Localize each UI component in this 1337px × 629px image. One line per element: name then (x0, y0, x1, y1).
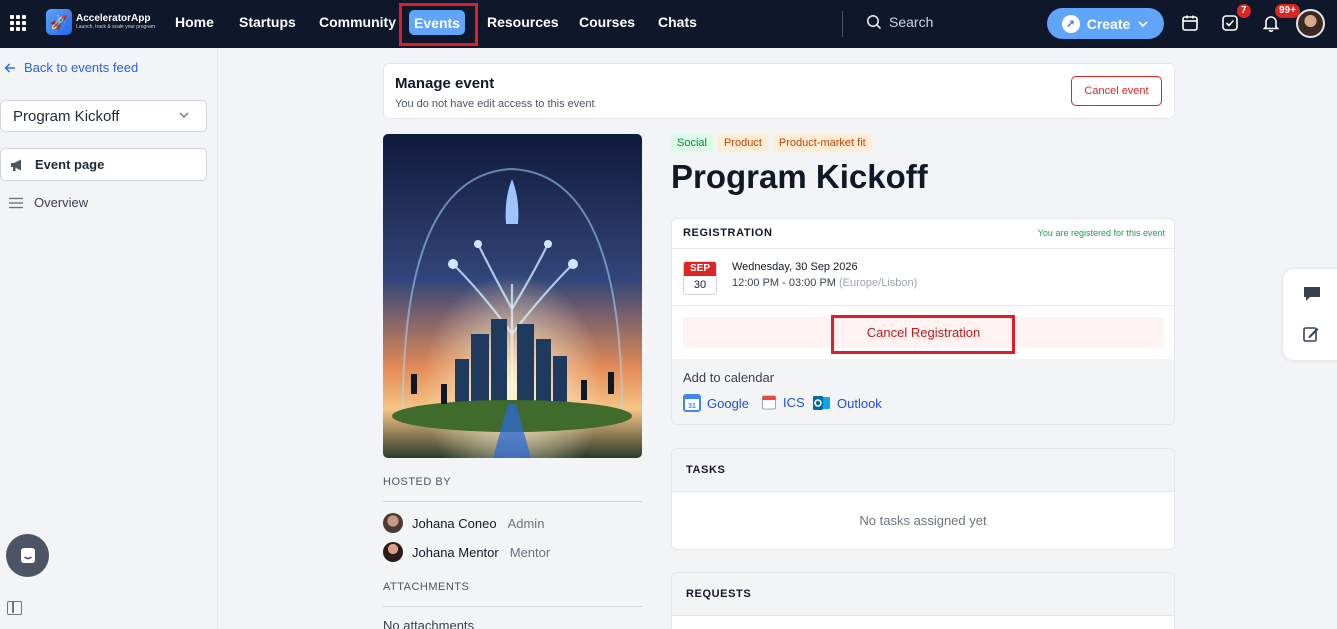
tasks-count-badge: 7 (1237, 4, 1251, 18)
tag-product-market-fit: Product-market fit (772, 134, 872, 152)
nav-divider (842, 11, 843, 37)
apps-grid-icon[interactable] (10, 15, 26, 31)
search-label: Search (889, 14, 934, 30)
sidebar-item-label: Overview (34, 195, 89, 210)
requests-header: REQUESTS (672, 573, 1174, 616)
tasks-card: TASKS No tasks assigned yet (671, 448, 1175, 550)
create-label: Create (1086, 15, 1131, 32)
tag-social: Social (671, 134, 713, 152)
nav-community[interactable]: Community (319, 14, 396, 30)
notifications-count-badge: 99+ (1275, 4, 1300, 18)
outlook-icon (813, 396, 830, 410)
host-role: Mentor (509, 544, 551, 560)
chevron-down-icon (1138, 20, 1148, 27)
ics-calendar-link[interactable]: ICS (761, 394, 805, 410)
highlight-box-events (399, 3, 478, 46)
nav-startups[interactable]: Startups (239, 14, 296, 30)
calendar-icon[interactable] (1180, 13, 1200, 33)
attachments-label: ATTACHMENTS (383, 581, 470, 593)
hosted-by-label: HOSTED BY (383, 476, 452, 488)
manage-event-card: Manage event You do not have edit access… (383, 63, 1175, 119)
floating-action-panel (1282, 268, 1337, 361)
nav-resources[interactable]: Resources (487, 14, 559, 30)
megaphone-icon (11, 159, 21, 171)
event-time-range: 12:00 PM - 03:00 PM (732, 277, 836, 289)
chevron-down-icon (179, 112, 189, 118)
comment-icon[interactable] (1302, 285, 1322, 303)
chat-launcher-button[interactable] (6, 534, 49, 577)
add-to-calendar-label: Add to calendar (683, 370, 775, 385)
svg-text:31: 31 (688, 403, 696, 410)
nav-courses[interactable]: Courses (579, 14, 635, 30)
outlook-link-label: Outlook (837, 395, 882, 411)
registration-label: REGISTRATION (683, 227, 773, 239)
outlook-calendar-link[interactable]: Outlook (812, 394, 882, 412)
sidebar-item-label: Event page (35, 157, 105, 172)
registration-header: REGISTRATION You are registered for this… (672, 219, 1174, 249)
arrow-left-icon (4, 63, 15, 72)
host-name: Johana Mentor (412, 544, 499, 560)
collapse-sidebar-icon[interactable] (7, 601, 22, 615)
brand-tagline: Launch, track & scale your program (76, 24, 155, 30)
event-timezone: (Europe/Lisbon) (839, 277, 918, 289)
highlight-box-cancel-registration (831, 315, 1015, 354)
host-name: Johana Coneo (412, 515, 497, 531)
google-link-label: Google (707, 395, 749, 411)
menu-lines-icon (9, 197, 23, 208)
chat-icon (20, 547, 35, 563)
calendar-day: 30 (693, 279, 707, 291)
divider (383, 501, 642, 502)
host-row[interactable]: Johana Coneo Admin (383, 513, 544, 533)
host-role: Admin (507, 515, 545, 531)
brand-logo[interactable]: 🚀 AcceleratorApp Launch, track & scale y… (46, 9, 155, 35)
left-sidebar: Back to events feed Program Kickoff Even… (0, 48, 218, 629)
edit-icon[interactable] (1302, 325, 1320, 343)
tasks-header: TASKS (672, 449, 1174, 492)
user-avatar[interactable] (1296, 9, 1325, 38)
manage-event-title: Manage event (395, 75, 495, 92)
search-icon (867, 15, 882, 30)
search-box[interactable]: Search (866, 14, 933, 30)
rocket-icon: ➚ (1061, 14, 1080, 33)
manage-event-subtitle: You do not have edit access to this even… (395, 98, 595, 110)
rocket-icon: 🚀 (46, 9, 72, 35)
ics-calendar-icon (762, 395, 776, 410)
host-avatar (383, 542, 403, 562)
event-date: Wednesday, 30 Sep 2026 (732, 261, 858, 273)
attachments-empty: No attachments (383, 618, 475, 629)
registration-status: You are registered for this event (1037, 228, 1165, 238)
host-row[interactable]: Johana Mentor Mentor (383, 542, 550, 562)
google-calendar-link[interactable]: 31 Google (683, 394, 749, 412)
ics-link-label: ICS (783, 394, 805, 410)
tasks-empty: No tasks assigned yet (859, 513, 987, 528)
event-cover-image (383, 134, 642, 458)
event-select-dropdown[interactable]: Program Kickoff (0, 100, 207, 132)
brand-name: AcceleratorApp (76, 13, 151, 24)
top-navigation-bar: 🚀 AcceleratorApp Launch, track & scale y… (0, 0, 1337, 48)
back-to-events-link[interactable]: Back to events feed (4, 60, 138, 75)
sidebar-item-event-page[interactable]: Event page (0, 148, 207, 181)
google-calendar-icon: 31 (683, 394, 701, 412)
host-avatar (383, 513, 403, 533)
divider (672, 305, 1174, 306)
calendar-date-badge: SEP 30 (683, 261, 717, 295)
tag-product: Product (717, 134, 768, 152)
checkbox-icon[interactable] (1220, 13, 1240, 33)
back-link-label: Back to events feed (24, 60, 139, 75)
event-select-value: Program Kickoff (13, 107, 120, 125)
create-button[interactable]: ➚ Create (1047, 8, 1164, 39)
nav-chats[interactable]: Chats (658, 14, 697, 30)
requests-card: REQUESTS (671, 572, 1175, 629)
event-tags: Social Product Product-market fit (671, 134, 872, 152)
add-to-calendar-section: Add to calendar 31 Google ICS Outlook (672, 359, 1174, 424)
cancel-event-button[interactable]: Cancel event (1071, 76, 1162, 106)
calendar-month: SEP (684, 262, 716, 276)
event-title: Program Kickoff (671, 158, 928, 195)
divider (383, 606, 642, 607)
nav-home[interactable]: Home (175, 14, 214, 30)
sidebar-item-overview[interactable]: Overview (0, 186, 207, 219)
event-time: 12:00 PM - 03:00 PM (Europe/Lisbon) (732, 277, 917, 289)
